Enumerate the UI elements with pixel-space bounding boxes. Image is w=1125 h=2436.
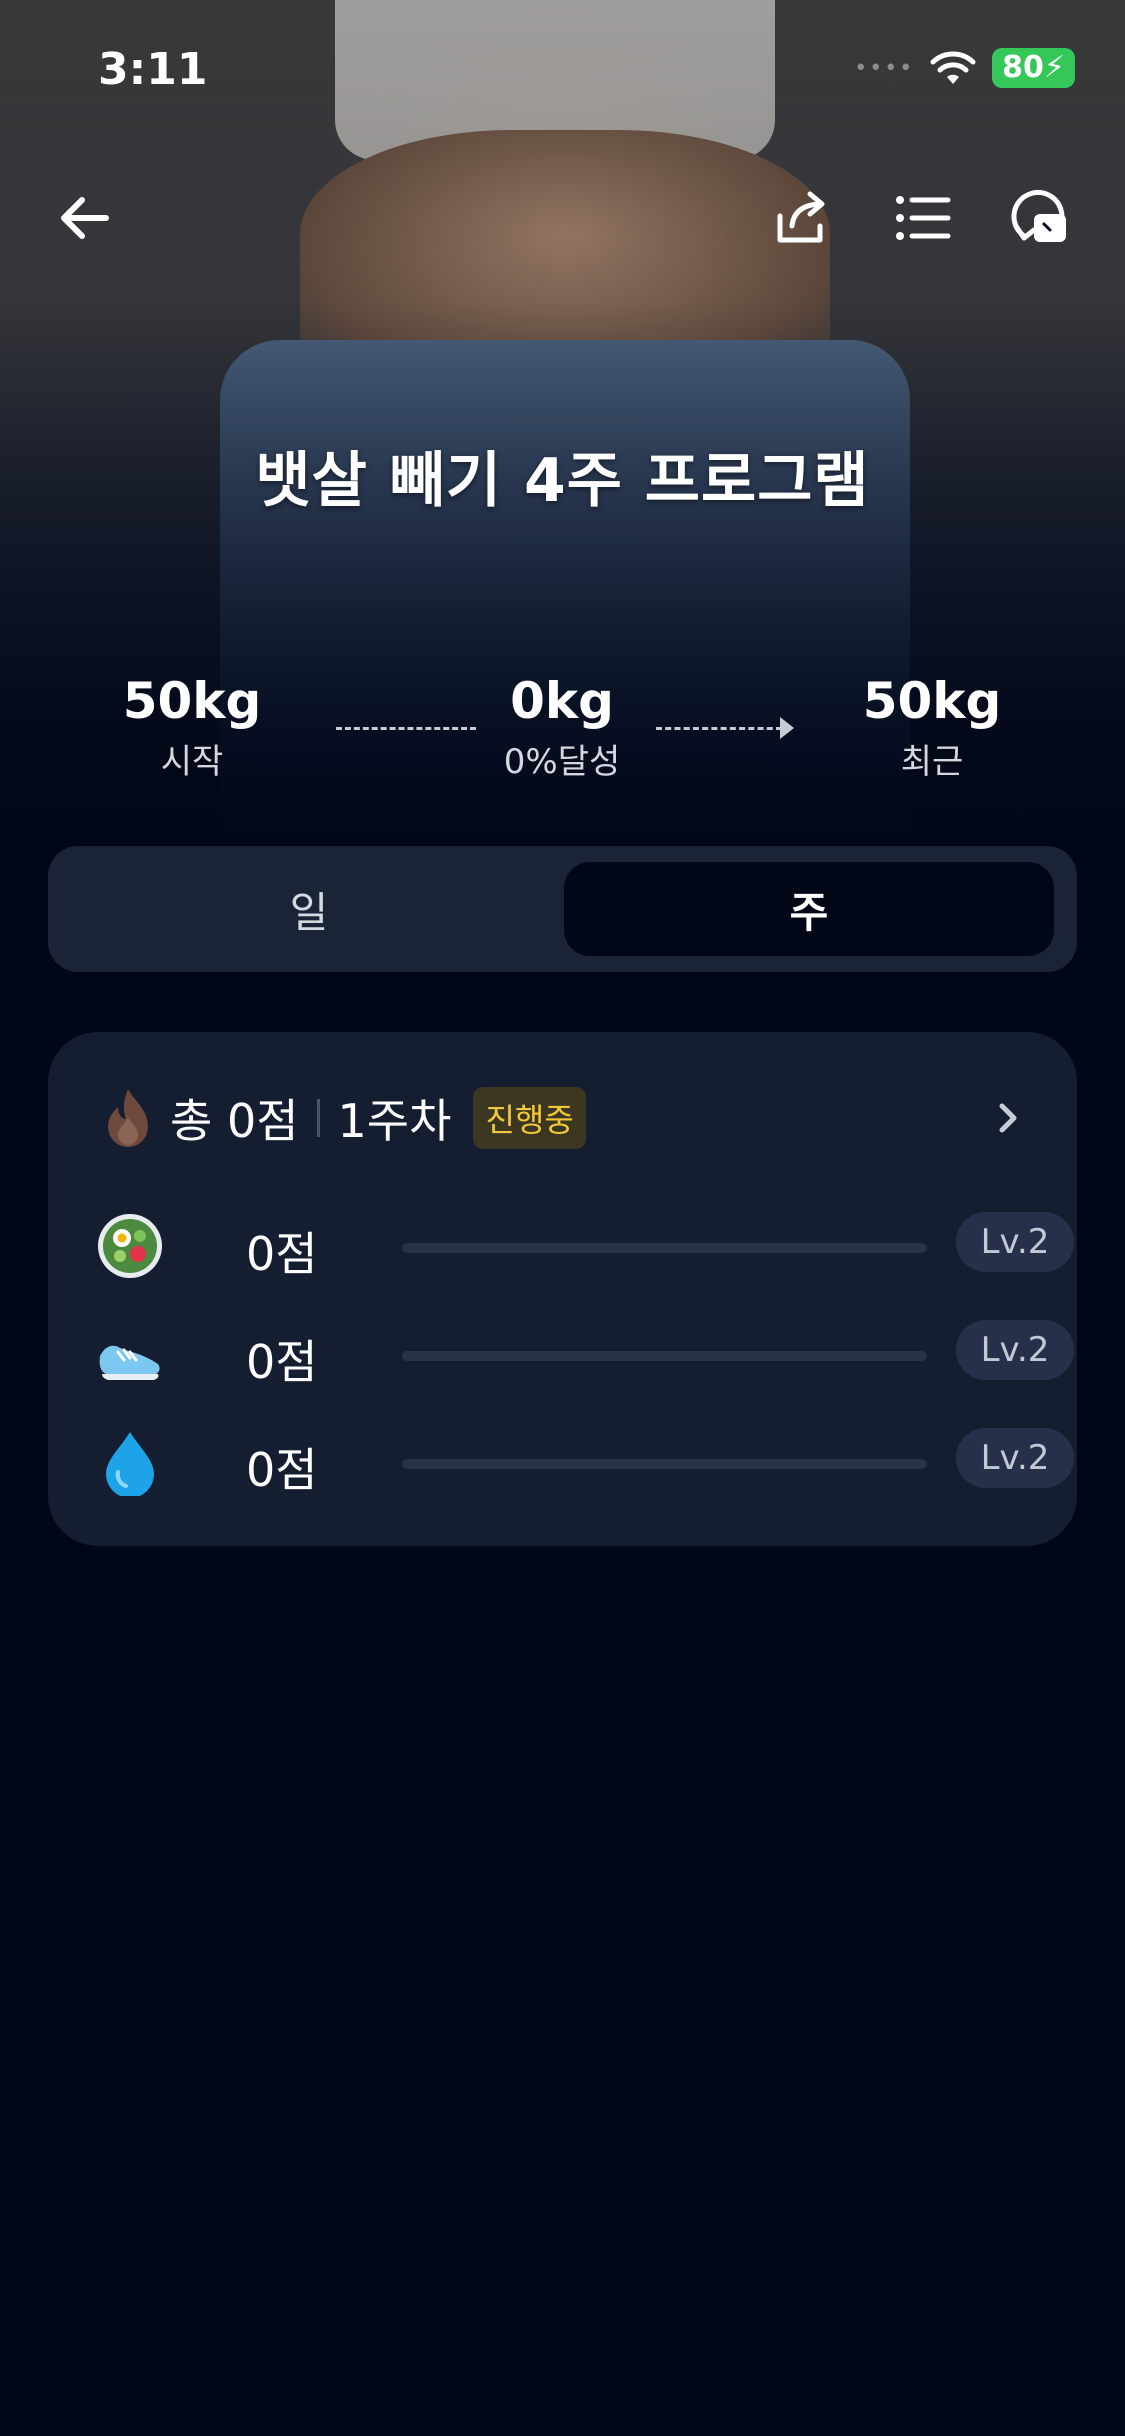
total-score: 총 0점 (170, 1094, 299, 1148)
weekly-summary-card[interactable]: 총 0점 1주차 진행중 0점 Lv.2 0점 Lv.2 0점 Lv.2 (48, 1032, 1077, 1546)
diet-row[interactable]: 0점 Lv.2 (96, 1206, 1074, 1286)
stat-recent-value: 50kg (862, 672, 1002, 730)
diet-score: 0점 (246, 1227, 318, 1281)
stat-divider-right (656, 727, 782, 730)
exercise-row[interactable]: 0점 Lv.2 (96, 1314, 1074, 1394)
wifi-icon (930, 51, 976, 84)
stat-recent-label: 최근 (900, 742, 964, 782)
tab-day[interactable]: 일 (64, 862, 554, 956)
status-badge: 진행중 (473, 1087, 586, 1149)
stat-start: 50kg 시작 (62, 672, 322, 783)
period-segmented-control: 일 주 (48, 846, 1077, 972)
weigh-scale-button[interactable] (1008, 186, 1072, 250)
stat-start-value: 50kg (122, 672, 262, 730)
stat-progress: 0kg 0%달성 (432, 672, 692, 783)
signal-icon: •••• (854, 55, 915, 81)
stat-progress-value: 0kg (510, 672, 614, 730)
arrow-right-icon (780, 717, 794, 739)
header-separator (316, 1099, 320, 1137)
battery-indicator: 80⚡ (992, 48, 1075, 88)
scale-refresh-icon (1011, 189, 1066, 242)
salad-icon (98, 1214, 162, 1278)
running-shoe-icon (99, 1345, 160, 1380)
water-drop-icon (106, 1432, 154, 1496)
exercise-level-badge: Lv.2 (956, 1320, 1074, 1380)
list-button[interactable] (890, 186, 954, 250)
program-title: 뱃살 빼기 4주 프로그램 (255, 446, 870, 516)
status-time: 3:11 (98, 44, 208, 95)
water-level-badge: Lv.2 (956, 1428, 1074, 1488)
exercise-progress-bar (402, 1351, 927, 1361)
back-button[interactable] (52, 186, 116, 250)
stat-progress-label: 0%달성 (503, 742, 621, 782)
water-row[interactable]: 0점 Lv.2 (96, 1422, 1074, 1502)
list-icon (896, 196, 951, 240)
diet-level-badge: Lv.2 (956, 1212, 1074, 1272)
battery-level: 80 (1002, 50, 1044, 85)
stat-recent: 50kg 최근 (802, 672, 1062, 783)
back-arrow-icon (61, 197, 109, 239)
week-number: 1주차 (337, 1094, 452, 1148)
water-progress-bar (402, 1459, 927, 1469)
share-button[interactable] (770, 186, 834, 250)
status-right: •••• 80⚡ (854, 48, 1075, 88)
exercise-score: 0점 (246, 1335, 318, 1389)
chevron-right-icon[interactable] (986, 1096, 1030, 1140)
stat-start-label: 시작 (160, 742, 224, 782)
share-icon (777, 191, 825, 243)
diet-progress-bar (402, 1243, 927, 1253)
water-score: 0점 (246, 1443, 318, 1497)
summary-header: 총 0점 1주차 진행중 (100, 1087, 1030, 1149)
fire-icon (108, 1089, 148, 1147)
tab-week[interactable]: 주 (564, 862, 1054, 956)
